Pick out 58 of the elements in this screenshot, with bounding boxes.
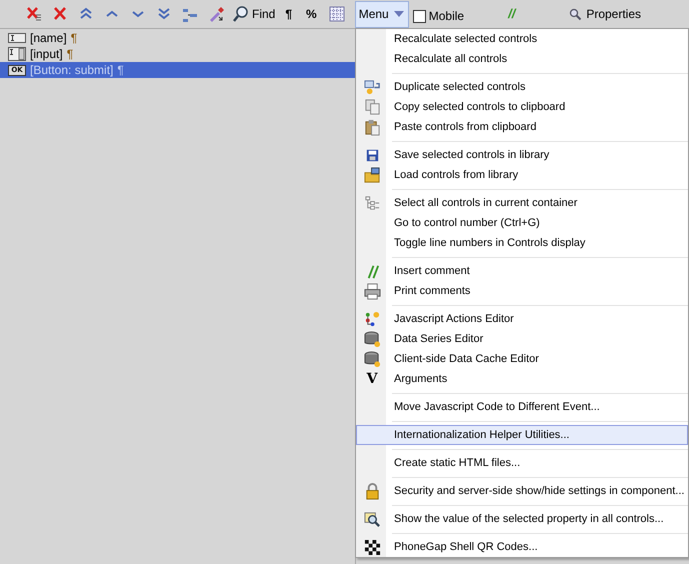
mobile-checkbox[interactable] xyxy=(412,10,426,22)
pilcrow-mark: ¶ xyxy=(66,46,74,63)
pilcrow-mark: ¶ xyxy=(70,30,78,47)
colored-dots-icon xyxy=(364,310,380,328)
menu-item[interactable]: Javascript Actions Editor xyxy=(356,309,688,329)
menu-item[interactable]: Select all controls in current container xyxy=(356,193,688,213)
menu-item[interactable]: Duplicate selected controls xyxy=(356,77,688,97)
delete-list-icon xyxy=(25,5,43,23)
text-field-icon xyxy=(8,31,26,45)
pilcrow-mark: ¶ xyxy=(117,62,124,79)
menu-item[interactable]: Data Series Editor xyxy=(356,329,688,349)
menu-item[interactable]: Toggle line numbers in Controls display xyxy=(356,233,688,253)
v-letter-icon: V xyxy=(366,372,378,386)
paste-icon xyxy=(364,118,380,136)
menu-item[interactable]: Insert comment xyxy=(356,261,688,281)
menu-button[interactable]: Menu xyxy=(354,0,409,28)
menu-item[interactable]: Print comments xyxy=(356,281,688,301)
menu-item[interactable]: Recalculate all controls xyxy=(356,49,688,69)
grid-icon xyxy=(328,5,346,23)
menu-item[interactable]: Client-side Data Cache Editor xyxy=(356,349,688,369)
menu-item[interactable]: Create static HTML files... xyxy=(356,453,688,473)
magnifier-icon xyxy=(364,510,380,528)
database-icon xyxy=(364,330,380,348)
copy-icon xyxy=(364,98,380,116)
padlock-icon xyxy=(364,482,380,500)
duplicate-icon xyxy=(364,78,380,96)
menu-item[interactable]: V Arguments xyxy=(356,369,688,389)
menu-item[interactable]: Go to control number (Ctrl+G) xyxy=(356,213,688,233)
control-row[interactable]: [input] ¶ xyxy=(0,46,355,62)
toolbar-button[interactable]: % xyxy=(300,2,323,26)
menu-item[interactable]: PhoneGap Shell QR Codes... xyxy=(356,537,688,557)
database-icon xyxy=(364,350,380,368)
menu-item[interactable]: Internationalization Helper Utilities... xyxy=(356,425,688,445)
checker-pattern-icon xyxy=(364,538,380,556)
spinner-field-icon xyxy=(8,47,26,61)
printer-icon xyxy=(364,282,380,300)
toolbar-button[interactable]: ¶ xyxy=(279,2,298,26)
search-icon xyxy=(569,8,582,20)
comment-mark: // xyxy=(508,5,516,24)
menu-item[interactable]: Load controls from library xyxy=(356,165,688,185)
control-label: [name] xyxy=(30,30,67,47)
menu-item[interactable]: Save selected controls in library xyxy=(356,145,688,165)
search-icon xyxy=(232,5,250,23)
menu-item[interactable]: Paste controls from clipboard xyxy=(356,117,688,137)
mobile-label: Mobile xyxy=(428,8,464,25)
menu-item[interactable]: Move Javascript Code to Different Event... xyxy=(356,397,688,417)
folder-icon xyxy=(364,166,380,184)
control-label: [Button: submit] xyxy=(30,62,114,79)
menu-item[interactable]: Copy selected controls to clipboard xyxy=(356,97,688,117)
caret-icon xyxy=(392,10,405,18)
menu-item[interactable]: Security and server-side show/hide settings in component... xyxy=(356,481,688,501)
control-label: [input] xyxy=(30,46,63,63)
tree-icon xyxy=(364,194,380,212)
menu-item[interactable]: Recalculate selected controls xyxy=(356,29,688,49)
properties-button[interactable]: Properties xyxy=(569,5,642,23)
find-button[interactable]: Find xyxy=(230,2,278,26)
control-row[interactable]: [name] ¶ xyxy=(0,30,355,46)
menu-item[interactable]: Show the value of the selected property in all controls... xyxy=(356,509,688,529)
